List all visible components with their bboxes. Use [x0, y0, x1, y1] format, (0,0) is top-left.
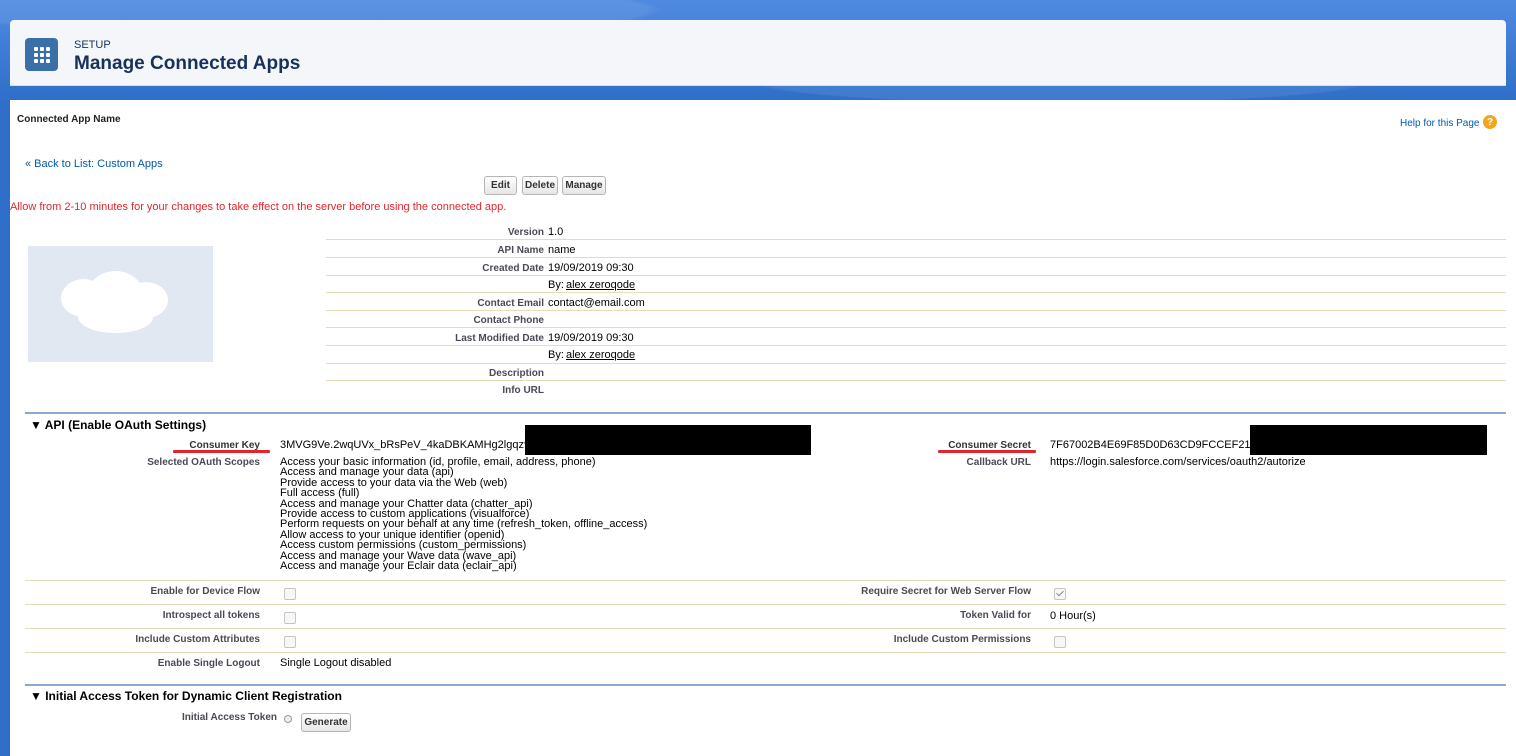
consumer-secret-underline	[938, 450, 1036, 453]
contact-phone-label: Contact Phone	[473, 315, 544, 326]
help-icon[interactable]: ?	[1483, 115, 1497, 129]
app-launcher-icon[interactable]	[25, 38, 58, 71]
introspect-label: Introspect all tokens	[162, 610, 260, 621]
app-logo-image	[28, 246, 213, 362]
created-date-label: Created Date	[482, 263, 544, 274]
modified-by-link[interactable]: alex zeroqode	[566, 349, 635, 361]
consumer-key-underline	[173, 450, 270, 453]
custom-attributes-checkbox[interactable]	[284, 636, 296, 648]
token-valid-label: Token Valid for	[960, 610, 1031, 621]
device-flow-label: Enable for Device Flow	[150, 586, 260, 597]
api-name-label: API Name	[497, 245, 544, 256]
callback-url-label: Callback URL	[966, 457, 1031, 468]
created-by-prefix: By:	[548, 279, 564, 291]
require-secret-checkbox[interactable]	[1054, 588, 1066, 600]
last-modified-value: 19/09/2019 09:30	[548, 332, 634, 344]
app-name-label: Connected App Name	[17, 114, 121, 125]
main-content: Connected App Name Help for this Page ? …	[10, 100, 1506, 756]
consumer-key-redaction	[525, 425, 811, 455]
api-section-title[interactable]: ▼ API (Enable OAuth Settings)	[30, 418, 206, 432]
info-url-label: Info URL	[502, 385, 544, 396]
propagation-warning: Allow from 2-10 minutes for your changes…	[10, 201, 507, 213]
description-label: Description	[488, 368, 544, 379]
left-border	[0, 100, 10, 756]
single-logout-label: Enable Single Logout	[157, 658, 260, 669]
generate-button[interactable]: Generate	[301, 713, 351, 732]
page-header: SETUP Manage Connected Apps	[10, 20, 1506, 86]
custom-attributes-label: Include Custom Attributes	[135, 634, 260, 645]
version-value: 1.0	[548, 226, 564, 238]
custom-permissions-checkbox[interactable]	[1054, 636, 1066, 648]
custom-permissions-label: Include Custom Permissions	[893, 634, 1031, 645]
introspect-checkbox[interactable]	[284, 612, 296, 624]
created-by-link[interactable]: alex zeroqode	[566, 279, 635, 291]
api-name-value: name	[548, 244, 576, 256]
consumer-key-value: 3MVG9Ve.2wqUVx_bRsPeV_4kaDBKAMHg2lgqz96F	[280, 439, 543, 451]
last-modified-label: Last Modified Date	[455, 333, 544, 344]
scopes-label: Selected OAuth Scopes	[147, 457, 260, 468]
initial-access-token-label: Initial Access Token	[181, 712, 277, 723]
token-valid-value: 0 Hour(s)	[1050, 610, 1096, 622]
token-section-divider	[25, 684, 1506, 686]
consumer-secret-redaction	[1250, 425, 1487, 455]
token-section-title[interactable]: ▼ Initial Access Token for Dynamic Clien…	[30, 689, 342, 703]
manage-button[interactable]: Manage	[562, 176, 606, 195]
back-to-list-link[interactable]: « Back to List: Custom Apps	[25, 158, 163, 170]
scopes-list: Access your basic information (id, profi…	[280, 456, 647, 573]
help-link[interactable]: Help for this Page	[1400, 118, 1480, 129]
modified-by-prefix: By:	[548, 349, 564, 361]
single-logout-value: Single Logout disabled	[280, 657, 392, 669]
edit-button[interactable]: Edit	[484, 176, 517, 195]
info-icon[interactable]	[284, 715, 292, 723]
callback-url-value: https://login.salesforce.com/services/oa…	[1050, 456, 1306, 468]
setup-label: SETUP	[74, 39, 111, 51]
scope-item: Access and manage your Eclair data (ecla…	[280, 560, 517, 573]
contact-email-value: contact@email.com	[548, 297, 645, 309]
require-secret-label: Require Secret for Web Server Flow	[861, 586, 1031, 597]
delete-button[interactable]: Delete	[522, 176, 558, 195]
api-section-divider	[25, 412, 1506, 414]
contact-email-label: Contact Email	[477, 298, 544, 309]
page-title: Manage Connected Apps	[74, 53, 301, 74]
version-label: Version	[507, 227, 544, 238]
created-date-value: 19/09/2019 09:30	[548, 262, 634, 274]
consumer-secret-value: 7F67002B4E69F85D0D63CD9FCCEF21B2	[1050, 439, 1265, 451]
device-flow-checkbox[interactable]	[284, 588, 296, 600]
